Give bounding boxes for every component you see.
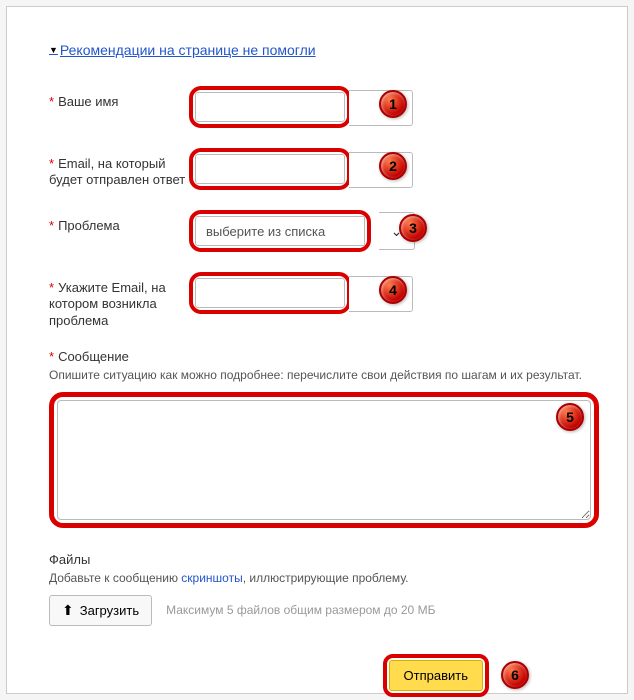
feedback-form: *Ваше имя 1 *Email, на который будет отп… [49, 86, 599, 697]
required-asterisk: * [49, 218, 54, 233]
triangle-down-icon: ▼ [49, 45, 58, 55]
upload-limit-hint: Максимум 5 файлов общим размером до 20 М… [166, 603, 435, 617]
required-asterisk: * [49, 349, 54, 364]
badge-3: 3 [399, 214, 427, 242]
problem-email-input[interactable] [195, 278, 345, 308]
label-problem: *Проблема [49, 210, 189, 234]
badge-6: 6 [501, 661, 529, 689]
upload-button[interactable]: ⬆ Загрузить [49, 595, 152, 626]
highlight-email [189, 148, 351, 190]
submit-row: Отправить 6 [49, 654, 599, 697]
label-files: Файлы [49, 552, 599, 567]
recommendations-link[interactable]: ▼ Рекомендации на странице не помогли [49, 42, 316, 58]
row-problem: *Проблема выберите из списка ⌄ 3 [49, 210, 599, 252]
highlight-submit: Отправить [383, 654, 489, 697]
submit-button[interactable]: Отправить [389, 660, 483, 691]
label-name: *Ваше имя [49, 86, 189, 110]
badge-1: 1 [379, 90, 407, 118]
problem-select[interactable]: выберите из списка [195, 216, 365, 246]
badge-4: 4 [379, 276, 407, 304]
highlight-name [189, 86, 351, 128]
message-hint: Опишите ситуацию как можно подробнее: пе… [49, 368, 599, 382]
name-input[interactable] [195, 92, 345, 122]
row-email: *Email, на который будет отправлен ответ… [49, 148, 599, 190]
recommendations-link-text: Рекомендации на странице не помогли [60, 42, 316, 58]
required-asterisk: * [49, 156, 54, 171]
highlight-problem-email [189, 272, 351, 314]
row-problem-email: *Укажите Email, на котором возникла проб… [49, 272, 599, 329]
required-asterisk: * [49, 94, 54, 109]
label-problem-email: *Укажите Email, на котором возникла проб… [49, 272, 189, 329]
label-email: *Email, на который будет отправлен ответ [49, 148, 189, 189]
badge-2: 2 [379, 152, 407, 180]
row-name: *Ваше имя 1 [49, 86, 599, 128]
required-asterisk: * [49, 280, 54, 295]
highlight-message: 5 [49, 392, 599, 528]
form-card: ▼ Рекомендации на странице не помогли *В… [6, 6, 628, 694]
message-section: *Сообщение Опишите ситуацию как можно по… [49, 349, 599, 528]
message-textarea[interactable] [57, 400, 591, 520]
highlight-problem: выберите из списка [189, 210, 371, 252]
badge-5: 5 [556, 403, 584, 431]
label-message: *Сообщение [49, 349, 599, 364]
upload-icon: ⬆ [62, 602, 74, 619]
files-section: Файлы Добавьте к сообщению скриншоты, ил… [49, 552, 599, 626]
email-input[interactable] [195, 154, 345, 184]
files-hint: Добавьте к сообщению скриншоты, иллюстри… [49, 571, 599, 585]
screenshots-link[interactable]: скриншоты [181, 571, 242, 585]
